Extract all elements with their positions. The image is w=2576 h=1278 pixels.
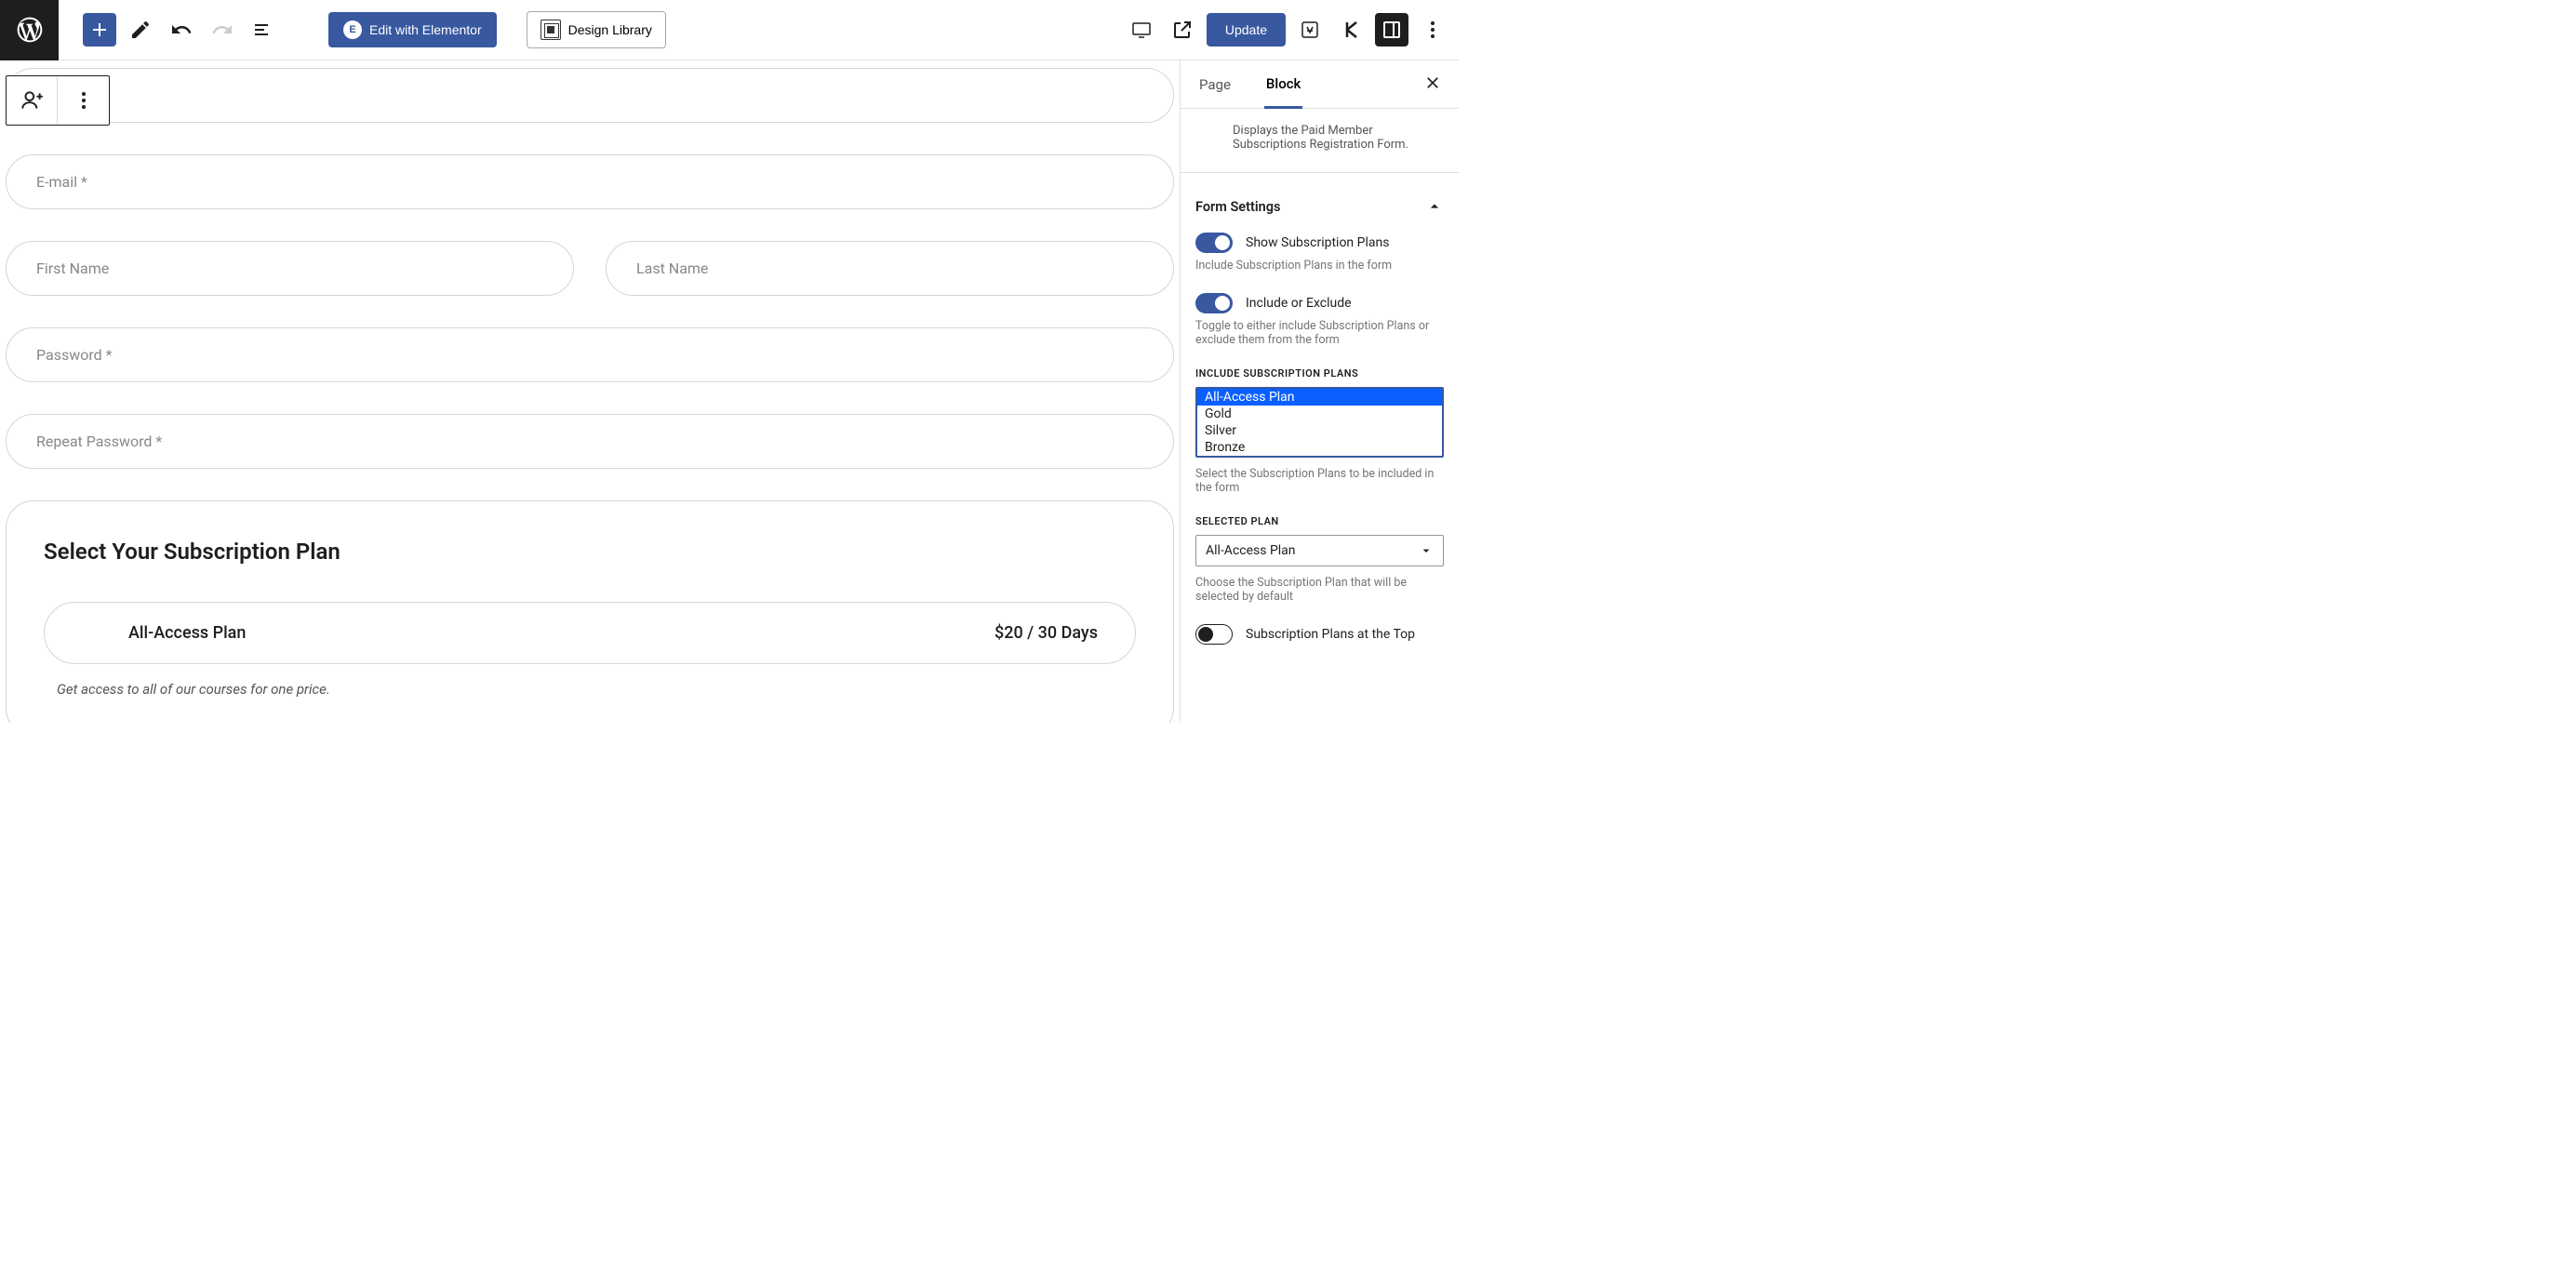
plan-section: Select Your Subscription Plan All-Access… [6, 500, 1174, 723]
block-description: Displays the Paid Member Subscriptions R… [1195, 124, 1444, 165]
edit-button[interactable] [124, 13, 157, 47]
email-field[interactable]: E-mail * [6, 154, 1174, 209]
include-exclude-label: Include or Exclude [1246, 296, 1352, 311]
options-button[interactable] [1416, 13, 1449, 47]
settings-button[interactable] [1375, 13, 1408, 47]
plan-description: Get access to all of our courses for one… [44, 681, 1136, 698]
plans-top-toggle[interactable] [1195, 624, 1233, 645]
tab-page[interactable]: Page [1197, 62, 1233, 107]
selected-plan-help: Choose the Subscription Plan that will b… [1195, 576, 1444, 604]
plan-option-silver[interactable]: Silver [1197, 422, 1442, 439]
edit-with-elementor-button[interactable]: E Edit with Elementor [328, 12, 497, 47]
username-field[interactable]: e * [6, 68, 1174, 123]
selected-plan-label: Selected Plan [1195, 515, 1444, 527]
elementor-icon: E [343, 20, 362, 39]
view-page-button[interactable] [1166, 13, 1199, 47]
form-settings-panel[interactable]: Form Settings [1195, 188, 1444, 233]
view-button[interactable] [1125, 13, 1158, 47]
ai-button[interactable] [1293, 13, 1327, 47]
kadence-button[interactable] [1334, 13, 1368, 47]
show-plans-label: Show Subscription Plans [1246, 235, 1389, 250]
include-plans-help: Select the Subscription Plans to be incl… [1195, 467, 1444, 495]
first-name-field[interactable]: First Name [6, 241, 574, 296]
plans-top-label: Subscription Plans at the Top [1246, 627, 1415, 642]
design-library-label: Design Library [568, 22, 652, 37]
undo-button[interactable] [165, 13, 198, 47]
chevron-up-icon [1425, 197, 1444, 216]
include-plans-label: Include Subscription Plans [1195, 367, 1444, 379]
block-type-icon[interactable] [7, 76, 58, 125]
repeat-password-field[interactable]: Repeat Password * [6, 414, 1174, 469]
chevron-down-icon [1419, 543, 1434, 558]
password-field[interactable]: Password * [6, 327, 1174, 382]
design-library-icon [541, 20, 561, 40]
include-exclude-toggle[interactable] [1195, 293, 1233, 313]
include-plans-select[interactable]: All-Access Plan Gold Silver Bronze [1195, 387, 1444, 458]
selected-plan-select[interactable]: All-Access Plan [1195, 535, 1444, 566]
include-exclude-help: Toggle to either include Subscription Pl… [1195, 319, 1444, 347]
plan-option-bronze[interactable]: Bronze [1197, 439, 1442, 456]
close-sidebar-button[interactable] [1423, 73, 1442, 96]
plan-option-all-access[interactable]: All-Access Plan [1197, 389, 1442, 406]
document-overview-button[interactable] [247, 13, 280, 47]
show-plans-help: Include Subscription Plans in the form [1195, 259, 1444, 273]
plan-option[interactable]: All-Access Plan $20 / 30 Days [44, 602, 1136, 664]
plan-section-heading: Select Your Subscription Plan [44, 539, 1136, 565]
elementor-label: Edit with Elementor [369, 22, 482, 37]
design-library-button[interactable]: Design Library [527, 11, 666, 48]
add-block-button[interactable] [83, 13, 116, 47]
block-options-button[interactable] [58, 76, 109, 125]
plan-name: All-Access Plan [128, 623, 246, 643]
plan-price: $20 / 30 Days [994, 623, 1098, 643]
plan-option-gold[interactable]: Gold [1197, 406, 1442, 422]
block-toolbar [6, 75, 110, 126]
redo-button [206, 13, 239, 47]
tab-block[interactable]: Block [1264, 61, 1302, 109]
wordpress-logo[interactable] [0, 0, 59, 60]
show-plans-toggle[interactable] [1195, 233, 1233, 253]
update-button[interactable]: Update [1207, 13, 1286, 47]
last-name-field[interactable]: Last Name [606, 241, 1174, 296]
